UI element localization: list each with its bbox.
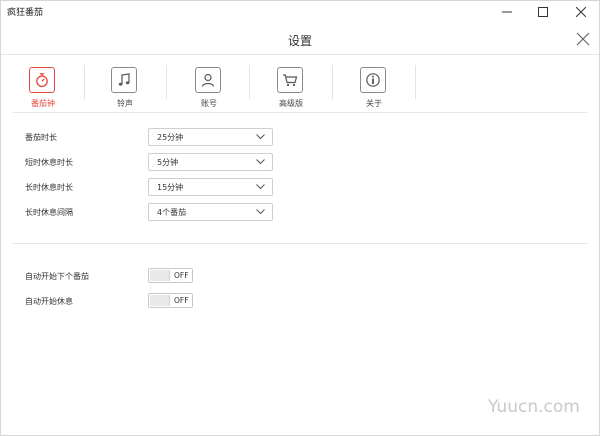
settings-window: 疯狂番茄 设置 番茄钟 铃声 账号 高级版 关于 番茄时长 25分钟 短时休息时… [0,0,600,436]
setting-label-long-break-interval: 长时休息间隔 [25,208,73,217]
dialog-header: 设置 [1,23,599,55]
tab-label: 高级版 [279,99,303,108]
tab-separator [166,65,167,99]
long-break-select[interactable]: 15分钟 [148,178,273,196]
toggle-label-auto-start-pomodoro: 自动开始下个番茄 [25,272,89,281]
toggle-knob [150,295,170,306]
dialog-title: 设置 [287,34,312,48]
info-icon [366,73,380,87]
section-divider [13,112,587,113]
chevron-down-icon [256,134,265,140]
tab-label: 账号 [201,99,217,108]
tab-sound[interactable]: 铃声 [97,63,153,108]
chevron-down-icon [256,159,265,165]
select-value: 25分钟 [157,133,184,142]
toggle-knob [150,270,170,281]
app-title: 疯狂番茄 [7,8,44,18]
chevron-down-icon [256,209,265,215]
music-note-icon [118,73,130,86]
user-icon [201,73,215,87]
cart-icon [283,74,298,87]
tab-separator [332,65,333,99]
toggle-state: OFF [174,271,189,280]
maximize-button[interactable] [525,1,561,23]
setting-label-short-break: 短时休息时长 [25,158,73,167]
setting-label-long-break: 长时休息时长 [25,183,73,192]
watermark-text: Yuucn.com [488,397,580,417]
tab-separator [249,65,250,99]
dialog-close-button[interactable] [575,31,591,47]
settings-tabs: 番茄钟 铃声 账号 高级版 关于 [1,55,599,111]
minimize-button[interactable] [489,1,525,23]
close-icon [576,32,590,46]
tab-pomodoro[interactable]: 番茄钟 [15,63,71,108]
stopwatch-icon [36,73,48,88]
title-bar: 疯狂番茄 [1,1,599,23]
tab-label: 关于 [366,99,382,108]
select-value: 4个番茄 [157,208,187,217]
pomodoro-duration-select[interactable]: 25分钟 [148,128,273,146]
window-close-button[interactable] [563,1,599,23]
tab-premium[interactable]: 高级版 [263,63,319,108]
select-value: 5分钟 [157,158,179,167]
tab-label: 铃声 [117,99,133,108]
auto-start-pomodoro-toggle[interactable]: OFF [148,268,193,283]
setting-label-pomodoro-duration: 番茄时长 [25,133,57,142]
auto-start-break-toggle[interactable]: OFF [148,293,193,308]
long-break-interval-select[interactable]: 4个番茄 [148,203,273,221]
tab-label: 番茄钟 [31,99,55,108]
tab-about[interactable]: 关于 [346,63,402,108]
short-break-select[interactable]: 5分钟 [148,153,273,171]
select-value: 15分钟 [157,183,184,192]
chevron-down-icon [256,184,265,190]
toggle-state: OFF [174,296,189,305]
toggle-label-auto-start-break: 自动开始休息 [25,297,73,306]
maximize-icon [538,7,548,17]
minimize-icon [502,11,512,13]
tab-account[interactable]: 账号 [181,63,237,108]
close-icon [576,7,586,17]
section-divider [13,243,587,244]
tab-separator [415,65,416,99]
tab-separator [84,65,85,99]
